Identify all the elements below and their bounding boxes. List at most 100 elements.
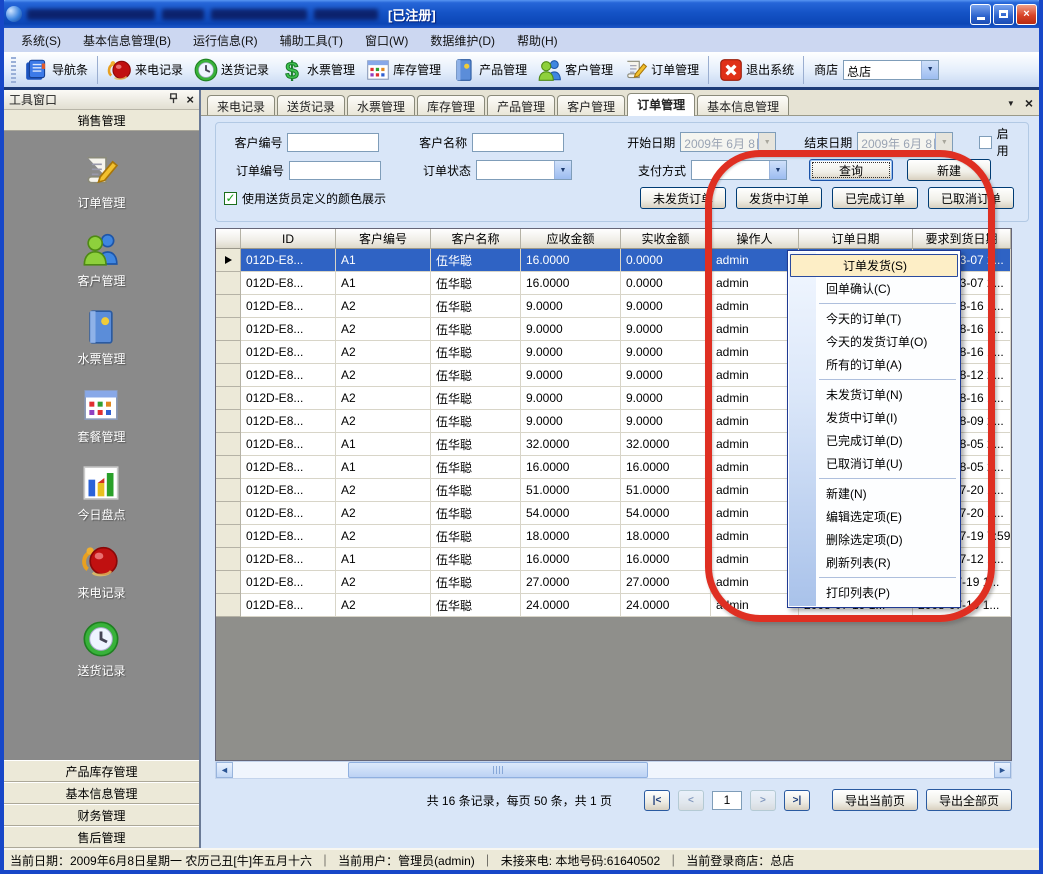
chevron-down-icon[interactable]: ▼: [554, 161, 571, 179]
menu-item-5[interactable]: 数据维护(D): [419, 29, 506, 52]
sidebar-section-after-sales[interactable]: 售后管理: [4, 826, 199, 848]
scroll-right-icon[interactable]: ►: [994, 762, 1011, 778]
context-menu-item-confirm-receipt[interactable]: 回单确认(C): [788, 277, 960, 300]
toolbar-button-order[interactable]: 订单管理: [618, 55, 704, 85]
row-selector[interactable]: [216, 272, 241, 295]
tab-call-records[interactable]: 来电记录: [207, 95, 275, 115]
sidebar-item-delivery-records[interactable]: 送货记录: [77, 619, 125, 679]
scrollbar-track[interactable]: [233, 762, 994, 778]
row-selector[interactable]: [216, 387, 241, 410]
order-status-select[interactable]: ▼: [476, 160, 572, 180]
row-selector[interactable]: [216, 364, 241, 387]
context-menu-item-completed-orders[interactable]: 已完成订单(D): [788, 429, 960, 452]
context-menu-item-print-list[interactable]: 打印列表(P): [788, 581, 960, 604]
menu-item-2[interactable]: 运行信息(R): [182, 29, 269, 52]
sidebar-item-water-ticket[interactable]: 水票管理: [77, 307, 125, 367]
scroll-left-icon[interactable]: ◄: [216, 762, 233, 778]
column-header-4[interactable]: 实收金额: [621, 229, 711, 249]
tab-order[interactable]: 订单管理: [627, 93, 695, 116]
close-icon[interactable]: ×: [186, 93, 194, 106]
next-page-button[interactable]: >: [750, 790, 776, 811]
context-menu-item-edit-selected[interactable]: 编辑选定项(E): [788, 505, 960, 528]
context-menu-item-unshipped-orders[interactable]: 未发货订单(N): [788, 383, 960, 406]
customer-name-input[interactable]: [472, 133, 564, 152]
context-menu-item-today-ship-orders[interactable]: 今天的发货订单(O): [788, 330, 960, 353]
toolbar-grip[interactable]: [11, 57, 16, 83]
payment-select[interactable]: ▼: [691, 160, 787, 180]
page-input[interactable]: [712, 791, 742, 810]
pin-icon[interactable]: [167, 92, 180, 108]
end-date-picker[interactable]: 2009年 6月 8日 ▼: [857, 132, 953, 152]
row-selector[interactable]: [216, 456, 241, 479]
context-menu-item-today-orders[interactable]: 今天的订单(T): [788, 307, 960, 330]
chevron-down-icon[interactable]: ▼: [769, 161, 786, 179]
row-selector[interactable]: [216, 571, 241, 594]
row-selector[interactable]: [216, 548, 241, 571]
scrollbar-thumb[interactable]: [348, 762, 648, 778]
tab-inventory[interactable]: 库存管理: [417, 95, 485, 115]
status-filter-button-2[interactable]: 已完成订单: [832, 187, 918, 209]
row-selector[interactable]: [216, 318, 241, 341]
context-menu-item-new[interactable]: 新建(N): [788, 482, 960, 505]
query-button[interactable]: 查询: [809, 159, 893, 181]
export-all-pages-button[interactable]: 导出全部页: [926, 789, 1012, 811]
start-date-picker[interactable]: 2009年 6月 8日 ▼: [680, 132, 776, 152]
close-tab-icon[interactable]: ×: [1025, 96, 1033, 110]
sidebar-section-finance[interactable]: 财务管理: [4, 804, 199, 826]
row-selector[interactable]: [216, 249, 241, 272]
row-selector[interactable]: [216, 295, 241, 318]
context-menu-item-cancelled-orders[interactable]: 已取消订单(U): [788, 452, 960, 475]
column-header-1[interactable]: 客户编号: [336, 229, 431, 249]
toolbar-button-call-records[interactable]: 来电记录: [102, 55, 188, 85]
menu-item-0[interactable]: 系统(S): [10, 29, 72, 52]
column-header-7[interactable]: 要求到货日期: [913, 229, 1011, 249]
column-header-0[interactable]: ID: [241, 229, 336, 249]
toolbar-button-inventory[interactable]: 库存管理: [360, 55, 446, 85]
column-header-2[interactable]: 客户名称: [431, 229, 521, 249]
row-selector[interactable]: [216, 525, 241, 548]
chevron-down-icon[interactable]: ▼: [921, 61, 938, 79]
menu-item-6[interactable]: 帮助(H): [506, 29, 569, 52]
tab-water-ticket[interactable]: 水票管理: [347, 95, 415, 115]
row-selector[interactable]: [216, 479, 241, 502]
sidebar-item-order[interactable]: 订单管理: [77, 151, 125, 211]
tab-product[interactable]: 产品管理: [487, 95, 555, 115]
minimize-button[interactable]: [970, 4, 991, 25]
maximize-button[interactable]: [993, 4, 1014, 25]
status-filter-button-0[interactable]: 未发货订单: [640, 187, 726, 209]
row-selector[interactable]: [216, 341, 241, 364]
toolbar-button-water-ticket[interactable]: $水票管理: [274, 55, 360, 85]
horizontal-scrollbar[interactable]: ◄ ►: [215, 761, 1012, 779]
context-menu-item-all-orders[interactable]: 所有的订单(A): [788, 353, 960, 376]
tab-basic-info[interactable]: 基本信息管理: [697, 95, 789, 115]
shop-select[interactable]: 总店 ▼: [843, 60, 939, 80]
export-current-page-button[interactable]: 导出当前页: [832, 789, 918, 811]
color-checkbox[interactable]: ✓: [224, 192, 237, 205]
sidebar-section-product-inventory[interactable]: 产品库存管理: [4, 760, 199, 782]
sidebar-item-package[interactable]: 套餐管理: [77, 385, 125, 445]
order-no-input[interactable]: [289, 161, 381, 180]
toolbar-button-navbar[interactable]: 导航条: [19, 55, 93, 85]
customer-no-input[interactable]: [287, 133, 379, 152]
context-menu-item-delete-selected[interactable]: 删除选定项(D): [788, 528, 960, 551]
sidebar-item-customer[interactable]: 客户管理: [77, 229, 125, 289]
prev-page-button[interactable]: <: [678, 790, 704, 811]
sidebar-section-basic-info[interactable]: 基本信息管理: [4, 782, 199, 804]
row-selector[interactable]: [216, 433, 241, 456]
last-page-button[interactable]: >|: [784, 790, 810, 811]
column-header-3[interactable]: 应收金额: [521, 229, 621, 249]
row-selector[interactable]: [216, 502, 241, 525]
toolbar-button-product[interactable]: 产品管理: [446, 55, 532, 85]
column-header-6[interactable]: 订单日期: [799, 229, 913, 249]
menu-item-1[interactable]: 基本信息管理(B): [72, 29, 182, 52]
sidebar-item-call-records[interactable]: 来电记录: [77, 541, 125, 601]
status-filter-button-1[interactable]: 发货中订单: [736, 187, 822, 209]
context-menu-item-shipping-orders[interactable]: 发货中订单(I): [788, 406, 960, 429]
first-page-button[interactable]: |<: [644, 790, 670, 811]
close-button[interactable]: ×: [1016, 4, 1037, 25]
toolbar-button-exit[interactable]: 退出系统: [713, 55, 799, 85]
new-button[interactable]: 新建: [907, 159, 991, 181]
context-menu-item-refresh-list[interactable]: 刷新列表(R): [788, 551, 960, 574]
sidebar-section-sales[interactable]: 销售管理: [4, 110, 199, 131]
context-menu-item-ship-order[interactable]: 订单发货(S): [790, 254, 958, 277]
